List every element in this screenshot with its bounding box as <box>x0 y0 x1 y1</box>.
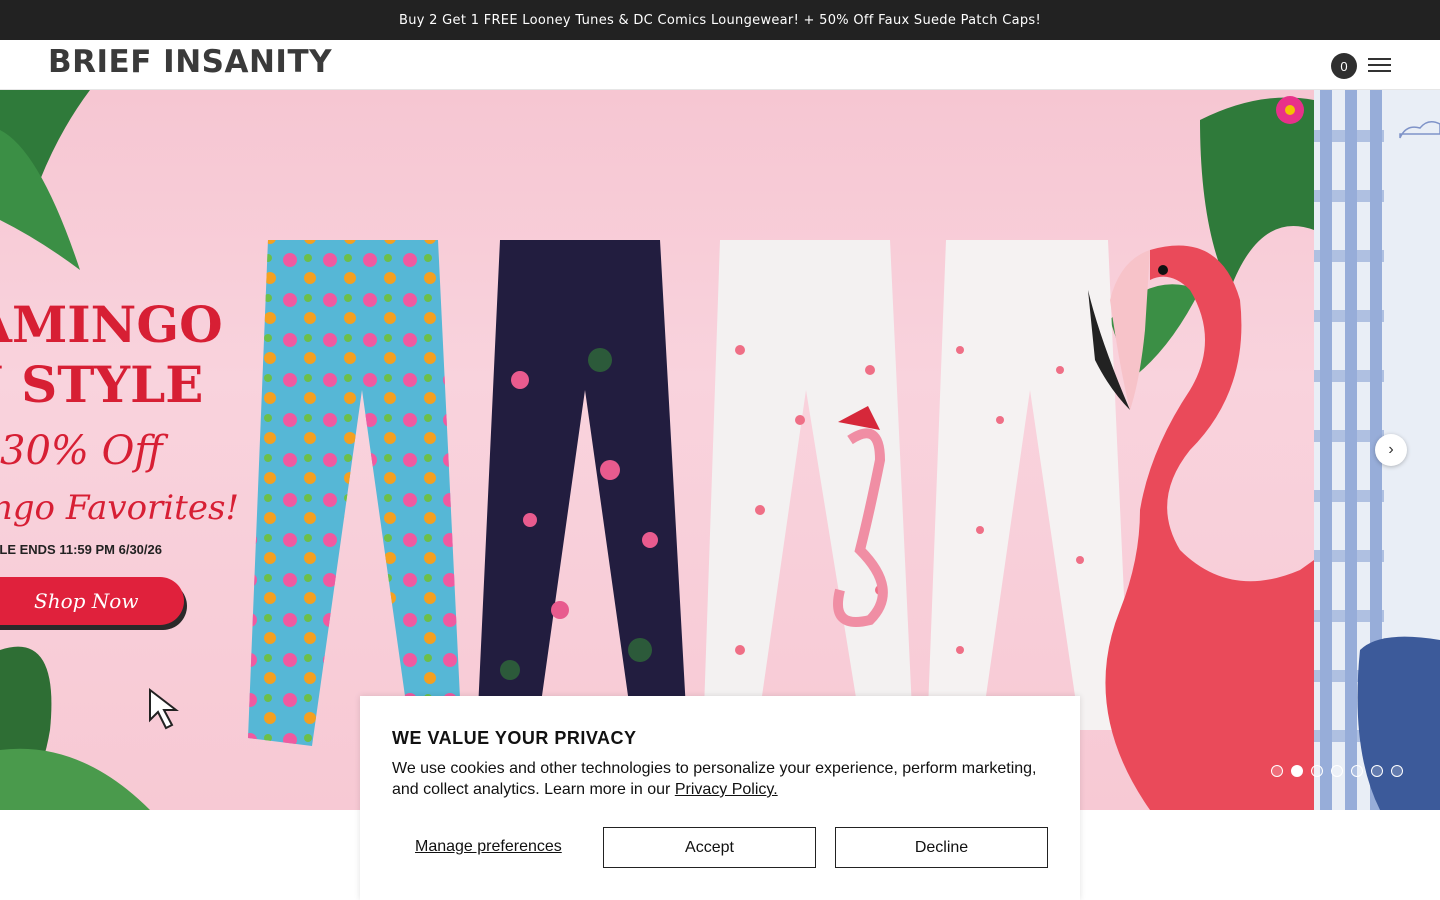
site-logo[interactable]: BRIEF INSANITY <box>48 44 332 80</box>
slide-dots <box>1271 765 1403 777</box>
site-header: BRIEF INSANITY 0 <box>0 40 1440 90</box>
privacy-policy-link[interactable]: Privacy Policy. <box>675 781 778 798</box>
slide-dot[interactable] <box>1311 765 1323 777</box>
promo-offer: 30% Off <box>0 428 163 474</box>
promo-headline-1: LAMINGO <box>0 295 223 354</box>
slide-dot[interactable] <box>1331 765 1343 777</box>
slide-dot[interactable] <box>1291 765 1303 777</box>
slide-dot[interactable] <box>1271 765 1283 777</box>
cookie-title: WE VALUE YOUR PRIVACY <box>392 728 637 748</box>
flamingo-illustration <box>1088 245 1314 810</box>
pajama-pants-1 <box>248 240 462 746</box>
tropical-flower <box>1276 96 1304 124</box>
chevron-right-icon[interactable]: › <box>1375 434 1407 466</box>
cart-count-badge[interactable]: 0 <box>1331 53 1357 79</box>
decline-button[interactable]: Decline <box>835 827 1048 868</box>
announcement-bar: Buy 2 Get 1 FREE Looney Tunes & DC Comic… <box>0 0 1440 40</box>
pajama-pants-2 <box>478 240 686 710</box>
promo-subtitle: ingo Favorites! <box>0 488 240 528</box>
promo-headline-2: N STYLE <box>0 355 204 414</box>
slide-dot[interactable] <box>1391 765 1403 777</box>
promo-sale-ends: ALE ENDS 11:59 PM 6/30/26 <box>0 542 162 557</box>
cookie-actions: Manage preferences Accept Decline <box>392 827 1048 868</box>
cookie-description: We use cookies and other technologies to… <box>392 760 1037 798</box>
foam-finger <box>1357 636 1440 810</box>
manage-preferences-link[interactable]: Manage preferences <box>415 838 562 856</box>
announcement-text[interactable]: Buy 2 Get 1 FREE Looney Tunes & DC Comic… <box>399 13 1041 28</box>
slide-dot[interactable] <box>1351 765 1363 777</box>
accept-button[interactable]: Accept <box>603 827 816 868</box>
pajama-pants-4 <box>928 240 1130 730</box>
shop-now-button[interactable]: Shop Now <box>0 577 184 625</box>
cookie-consent-banner: WE VALUE YOUR PRIVACY We use cookies and… <box>360 696 1080 900</box>
hamburger-menu-icon[interactable] <box>1368 56 1392 74</box>
slide-dot[interactable] <box>1371 765 1383 777</box>
